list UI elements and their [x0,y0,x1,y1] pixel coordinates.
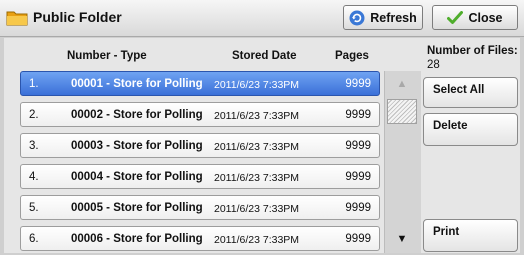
row-index: 5. [29,202,39,214]
column-header-pages: Pages [335,50,369,62]
title-bar: Public Folder Refresh Close [0,0,524,37]
number-of-files-count: 28 [427,59,440,71]
print-label: Print [433,226,460,238]
close-label: Close [468,10,503,25]
row-pages: 9999 [345,171,371,183]
row-name: 00002 - Store for Polling [71,109,203,121]
select-all-label: Select All [433,84,485,96]
refresh-icon [349,10,365,25]
row-name: 00001 - Store for Polling [71,78,203,90]
row-pages: 9999 [345,140,371,152]
delete-label: Delete [433,120,468,132]
scroll-up-button[interactable]: ▲ [384,71,420,96]
delete-button[interactable]: Delete [423,113,518,146]
row-index: 3. [29,140,39,152]
folder-icon [6,11,28,26]
down-arrow-icon: ▼ [396,232,408,245]
row-index: 6. [29,233,39,245]
column-header-stored-date: Stored Date [232,50,297,62]
close-button[interactable]: Close [432,5,518,30]
scrollbar-thumb[interactable] [387,99,417,124]
row-name: 00004 - Store for Polling [71,171,203,183]
row-pages: 9999 [345,78,371,90]
page-title: Public Folder [33,9,122,25]
up-arrow-icon: ▲ [396,77,408,90]
refresh-button[interactable]: Refresh [343,5,423,30]
scroll-down-button[interactable]: ▼ [384,226,420,251]
table-row[interactable]: 3. 00003 - Store for Polling 2011/6/23 7… [20,133,380,158]
file-panel: Number - Type Stored Date Pages Number o… [4,38,520,253]
print-button[interactable]: Print [423,219,518,252]
table-row[interactable]: 6. 00006 - Store for Polling 2011/6/23 7… [20,226,380,251]
row-name: 00005 - Store for Polling [71,202,203,214]
select-all-button[interactable]: Select All [423,77,518,108]
refresh-label: Refresh [370,10,417,25]
table-row[interactable]: 2. 00002 - Store for Polling 2011/6/23 7… [20,102,380,127]
row-date: 2011/6/23 7:33PM [214,172,300,184]
table-row[interactable]: 1. 00001 - Store for Polling 2011/6/23 7… [20,71,380,96]
row-pages: 9999 [345,233,371,245]
checkmark-icon [447,10,464,24]
column-header-number-type: Number - Type [67,50,147,62]
row-pages: 9999 [345,109,371,121]
table-row[interactable]: 5. 00005 - Store for Polling 2011/6/23 7… [20,195,380,220]
row-name: 00003 - Store for Polling [71,140,203,152]
row-index: 4. [29,171,39,183]
row-date: 2011/6/23 7:33PM [214,203,300,215]
row-date: 2011/6/23 7:33PM [214,141,300,153]
number-of-files-label: Number of Files: [427,45,518,57]
row-date: 2011/6/23 7:33PM [214,110,300,122]
row-index: 2. [29,109,39,121]
table-row[interactable]: 4. 00004 - Store for Polling 2011/6/23 7… [20,164,380,189]
row-date: 2011/6/23 7:33PM [214,234,300,246]
row-index: 1. [29,78,39,90]
row-date: 2011/6/23 7:33PM [214,79,300,91]
row-name: 00006 - Store for Polling [71,233,203,245]
row-pages: 9999 [345,202,371,214]
